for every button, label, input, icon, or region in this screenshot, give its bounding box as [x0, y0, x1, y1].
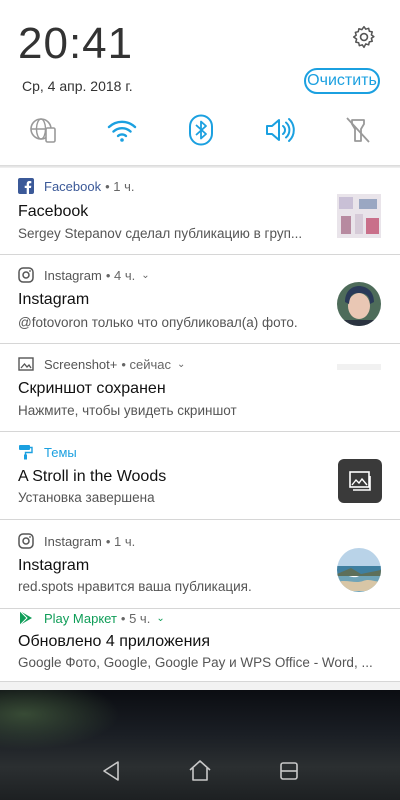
- play-store-icon: [18, 610, 34, 626]
- gear-icon[interactable]: [351, 24, 377, 50]
- post-thumbnail: [337, 194, 381, 238]
- notification-text: Нажмите, чтобы увидеть скриншот: [18, 403, 237, 418]
- instagram-icon: [18, 533, 34, 549]
- instagram-icon: [18, 267, 34, 283]
- bluetooth-icon[interactable]: [183, 112, 219, 148]
- wallpaper-glow: [0, 690, 120, 750]
- notification-time: • 4 ч.: [105, 267, 136, 283]
- shade-bottom-edge: [0, 682, 400, 690]
- notification-title: Instagram: [18, 557, 90, 574]
- chevron-down-icon[interactable]: ⌄: [141, 270, 149, 281]
- notification-time: • 1 ч.: [105, 178, 135, 194]
- globe-phone-icon[interactable]: [25, 112, 61, 148]
- app-name: Play Маркет: [44, 610, 117, 626]
- notification-title: Обновлено 4 приложения: [18, 633, 211, 650]
- paint-roller-icon: [18, 444, 34, 460]
- notification-title: Instagram: [18, 291, 90, 308]
- image-icon: [18, 356, 34, 372]
- avatar: [337, 548, 381, 592]
- clock: 20:41: [18, 19, 134, 68]
- notification-time: • 1 ч.: [105, 533, 136, 549]
- notification-screenshot[interactable]: Screenshot+ • сейчас ⌄ Скриншот сохранен…: [0, 344, 400, 432]
- app-name: Instagram: [44, 267, 102, 283]
- chevron-down-icon[interactable]: ⌄: [156, 613, 164, 624]
- notification-app-row: Play Маркет • 5 ч. ⌄: [18, 610, 165, 626]
- notification-text: @fotovoron только что опубликовал(а) фот…: [18, 315, 298, 330]
- notification-time: • сейчас: [121, 356, 172, 372]
- flashlight-off-icon[interactable]: [340, 112, 376, 148]
- notification-instagram[interactable]: Instagram • 4 ч. ⌄ Instagram @fotovoron …: [0, 255, 400, 344]
- screenshot-thumbnail: [337, 364, 381, 370]
- notification-app-row: Facebook • 1 ч.: [18, 178, 134, 194]
- app-name: Instagram: [44, 533, 102, 549]
- recents-icon[interactable]: [276, 758, 302, 784]
- notification-app-row: Screenshot+ • сейчас ⌄: [18, 356, 185, 372]
- notification-text: Установка завершена: [18, 490, 155, 505]
- notification-title: Facebook: [18, 203, 89, 220]
- notification-time: • 5 ч.: [120, 610, 151, 626]
- volume-icon[interactable]: [261, 112, 297, 148]
- home-icon[interactable]: [187, 758, 213, 784]
- notification-shade-header: 20:41 Ср, 4 апр. 2018 г. Очистить: [0, 0, 400, 165]
- notification-title: A Stroll in the Woods: [18, 468, 167, 485]
- notification-text: Google Фото, Google, Google Pay и WPS Of…: [18, 655, 373, 670]
- notification-text: red.spots нравится ваша публикация.: [18, 579, 252, 594]
- notification-facebook[interactable]: Facebook • 1 ч. Facebook Sergey Stepanov…: [0, 168, 400, 255]
- date-label: Ср, 4 апр. 2018 г.: [22, 78, 133, 94]
- notification-text: Sergey Stepanov сделал публикацию в груп…: [18, 226, 303, 241]
- back-icon[interactable]: [99, 758, 125, 784]
- app-name: Screenshot+: [44, 356, 118, 372]
- notification-instagram-2[interactable]: Instagram • 1 ч. Instagram red.spots нра…: [0, 520, 400, 609]
- notification-title: Скриншот сохранен: [18, 380, 166, 397]
- app-name: Темы: [44, 444, 77, 460]
- notification-app-row: Темы: [18, 444, 77, 460]
- avatar: [337, 282, 381, 326]
- app-name: Facebook: [44, 178, 102, 194]
- notification-app-row: Instagram • 4 ч. ⌄: [18, 267, 150, 283]
- theme-gallery-icon: [338, 459, 382, 503]
- chevron-down-icon[interactable]: ⌄: [177, 359, 185, 370]
- notification-app-row: Instagram • 1 ч.: [18, 533, 135, 549]
- notification-play-market[interactable]: Play Маркет • 5 ч. ⌄ Обновлено 4 приложе…: [0, 609, 400, 682]
- notification-themes[interactable]: Темы A Stroll in the Woods Установка зав…: [0, 432, 400, 520]
- facebook-icon: [18, 178, 34, 194]
- clear-all-button[interactable]: Очистить: [304, 68, 380, 94]
- wifi-icon[interactable]: [104, 112, 140, 148]
